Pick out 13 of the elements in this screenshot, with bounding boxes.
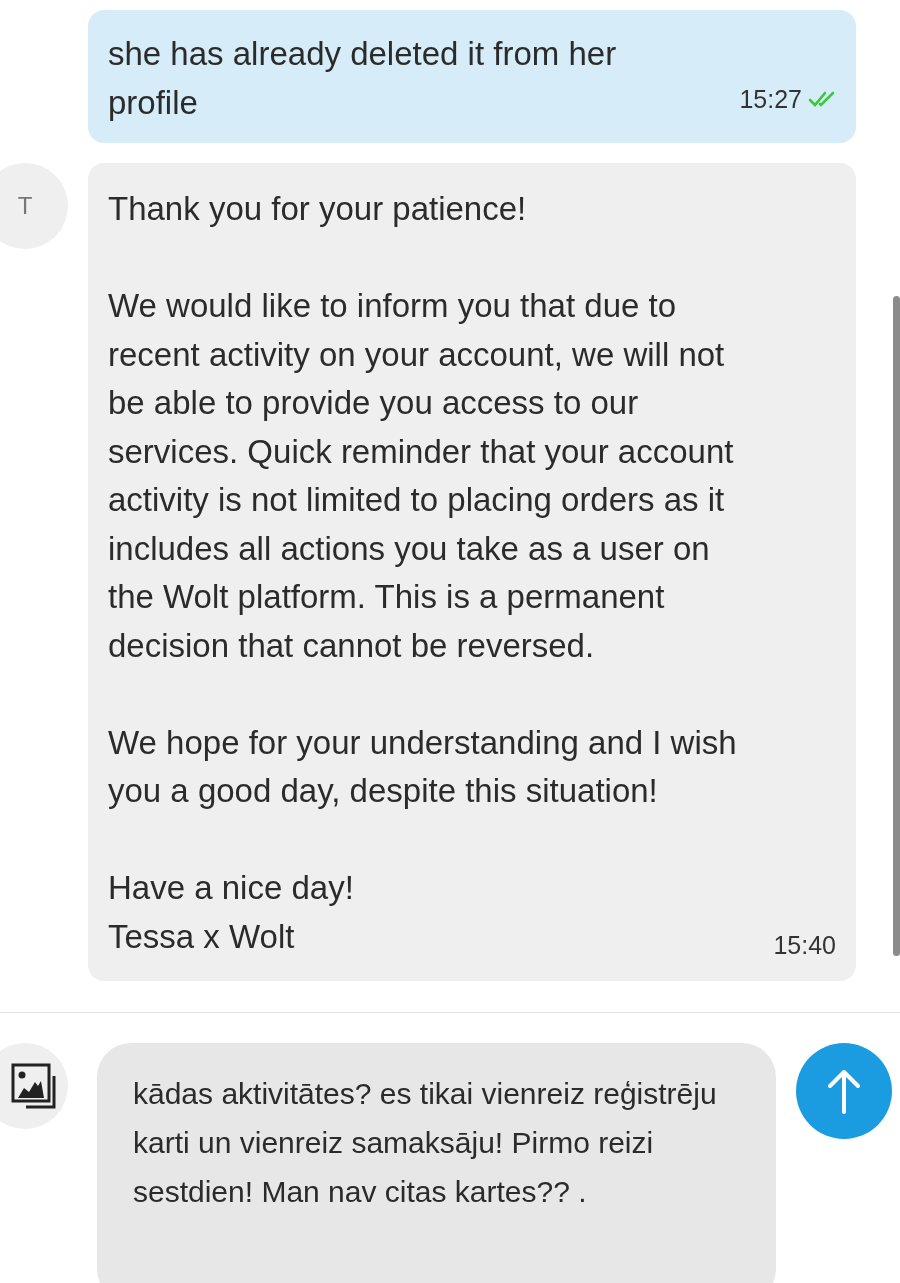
message-text: We would like to inform you that due to recent activity on your account, we will not be able to provide you access to our services. Quick reminder that your account activity is not limited to placing orders as it includes all actions you take as a user on the Wolt platform. This is a permanent decision that cannot be reversed. bbox=[108, 286, 735, 666]
avatar: T bbox=[0, 163, 68, 249]
message-text: Thank you for your patience! bbox=[108, 189, 528, 229]
image-icon bbox=[10, 1062, 58, 1110]
message-input[interactable]: kādas aktivitātes? es tikai vienreiz reģistrēju karti un vienreiz samaksāju! Pirmo reizi sestdien! Man nav citas kartes?? . bbox=[97, 1043, 776, 1283]
message-time: 15:27 bbox=[739, 83, 802, 115]
message-text: she has already deleted it from her profile bbox=[108, 34, 618, 123]
arrow-up-icon bbox=[827, 1068, 861, 1114]
message-text: Have a nice day! Tessa x Wolt bbox=[108, 868, 355, 957]
image-attach-button[interactable] bbox=[0, 1043, 68, 1129]
message-time: 15:40 bbox=[773, 929, 836, 961]
message-text: We hope for your understanding and I wish you a good day, despite this situation! bbox=[108, 722, 738, 811]
scrollbar[interactable] bbox=[893, 296, 900, 956]
